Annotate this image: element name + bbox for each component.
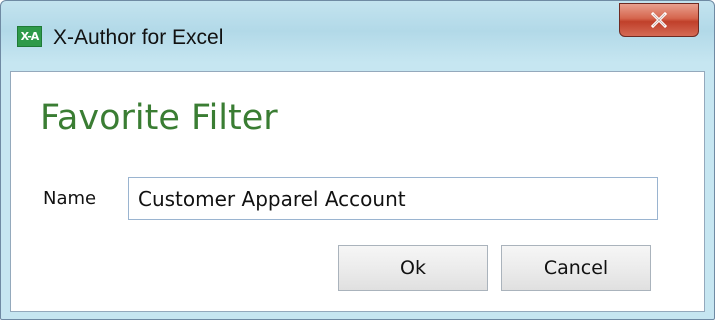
dialog-content: Favorite Filter Name Ok Cancel	[10, 71, 705, 312]
name-label: Name	[43, 188, 97, 209]
cancel-button[interactable]: Cancel	[501, 245, 651, 291]
name-input[interactable]	[128, 177, 658, 220]
close-icon	[650, 11, 668, 29]
ok-button[interactable]: Ok	[338, 245, 488, 291]
close-button[interactable]	[619, 3, 699, 37]
x-author-app-icon: X-A	[17, 26, 42, 47]
dialog-window: X-A X-Author for Excel Favorite Filter N…	[0, 0, 715, 320]
app-icon-text: X-A	[20, 30, 40, 43]
window-title: X-Author for Excel	[53, 26, 224, 49]
title-bar[interactable]: X-A X-Author for Excel	[1, 1, 714, 71]
dialog-heading: Favorite Filter	[40, 98, 278, 138]
